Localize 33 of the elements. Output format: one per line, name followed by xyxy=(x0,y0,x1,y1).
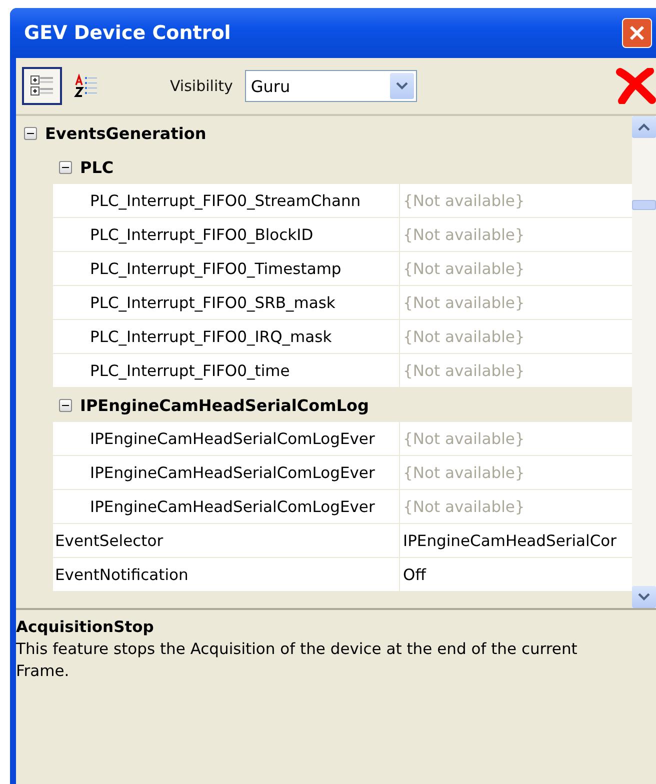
scroll-down-icon[interactable] xyxy=(638,593,650,601)
collapse-icon[interactable] xyxy=(59,398,72,412)
property-value[interactable]: IPEngineCamHeadSerialCor xyxy=(400,524,632,557)
close-icon xyxy=(628,24,646,42)
category-label: PLC xyxy=(80,158,114,176)
collapse-icon[interactable] xyxy=(59,160,72,174)
scrollbar[interactable] xyxy=(632,116,656,608)
property-name: PLC_Interrupt_FIFO0_time xyxy=(53,354,400,387)
property-name: PLC_Interrupt_FIFO0_SRB_mask xyxy=(53,286,400,319)
description-text: This feature stops the Acquisition of the device at the end of the current Frame. xyxy=(16,639,578,682)
close-button[interactable] xyxy=(622,18,652,48)
property-value[interactable]: Off xyxy=(400,558,632,591)
property-name: IPEngineCamHeadSerialComLogEver xyxy=(53,422,400,455)
collapse-icon[interactable] xyxy=(24,126,37,140)
category-label: IPEngineCamHeadSerialComLog xyxy=(80,396,369,414)
property-name: PLC_Interrupt_FIFO0_IRQ_mask xyxy=(53,320,400,353)
categorized-view-button[interactable] xyxy=(22,67,62,105)
property-name: EventNotification xyxy=(53,558,400,591)
delete-icon[interactable] xyxy=(616,68,656,104)
property-name: PLC_Interrupt_FIFO0_Timestamp xyxy=(53,252,400,285)
property-name: EventSelector xyxy=(53,524,400,557)
sort-az-icon xyxy=(72,72,100,100)
description-title: AcquisitionStop xyxy=(16,618,155,636)
scroll-thumb[interactable] xyxy=(632,200,656,210)
property-name: PLC_Interrupt_FIFO0_BlockID xyxy=(53,218,400,251)
property-name: IPEngineCamHeadSerialComLogEver xyxy=(53,490,400,523)
category-label: EventsGeneration xyxy=(45,124,206,142)
window-title: GEV Device Control xyxy=(24,22,231,44)
scroll-up-icon[interactable] xyxy=(638,123,650,131)
visibility-dropdown[interactable]: Guru xyxy=(244,70,417,102)
property-name: IPEngineCamHeadSerialComLogEver xyxy=(53,456,400,489)
property-name: PLC_Interrupt_FIFO0_StreamChann xyxy=(53,184,400,217)
visibility-label: Visibility xyxy=(170,77,233,95)
